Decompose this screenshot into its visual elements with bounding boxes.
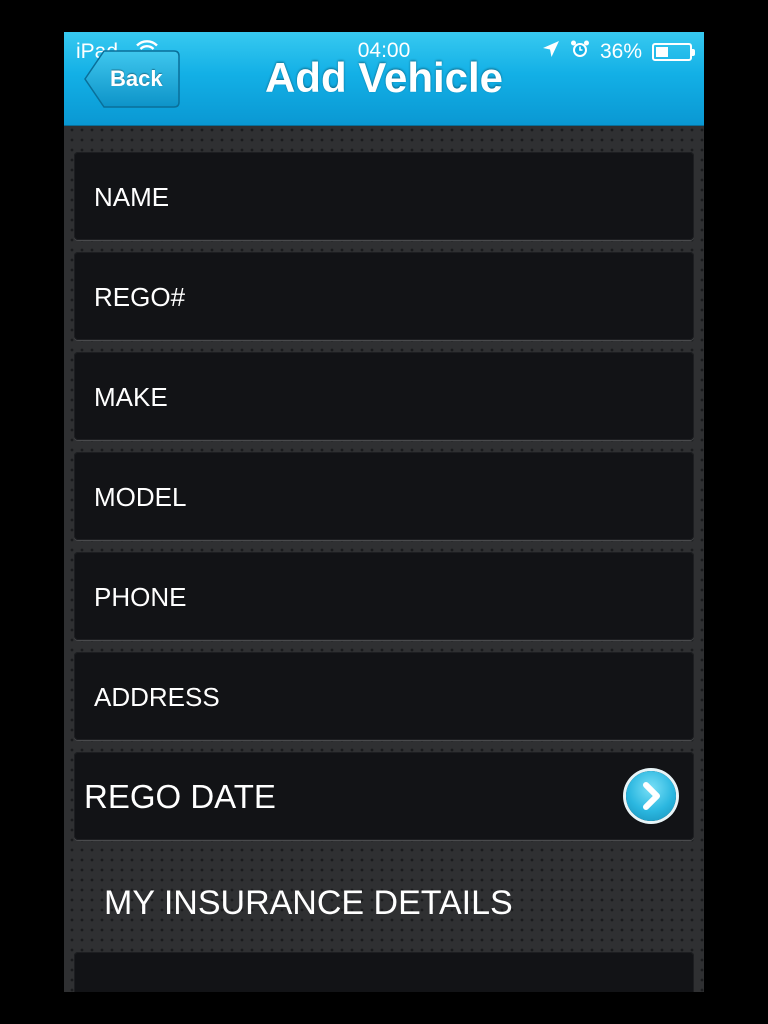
phone-field-label: PHONE [94, 582, 187, 612]
rego-number-field-label: REGO# [94, 282, 186, 312]
rego-number-field[interactable]: REGO# [74, 252, 694, 340]
rego-date-row[interactable]: REGO DATE [74, 752, 694, 840]
address-field[interactable]: ADDRESS [74, 652, 694, 740]
address-field-label: ADDRESS [94, 682, 220, 712]
make-field-label: MAKE [94, 382, 168, 412]
insurance-section-header: MY INSURANCE DETAILS [104, 884, 513, 922]
navigation-bar: iPad 04:00 36% Back Add Vehicle [64, 32, 704, 126]
rego-date-label: REGO DATE [84, 778, 276, 815]
name-field[interactable]: NAME [74, 152, 694, 240]
chevron-right-icon[interactable] [626, 771, 676, 821]
model-field[interactable]: MODEL [74, 452, 694, 540]
page-title: Add Vehicle [264, 54, 504, 101]
name-field-label: NAME [94, 182, 170, 212]
app-screen: iPad 04:00 36% Back Add Vehicle NAME REG… [64, 32, 704, 992]
insurance-field[interactable] [74, 952, 694, 992]
model-field-label: MODEL [94, 482, 187, 512]
phone-field[interactable]: PHONE [74, 552, 694, 640]
make-field[interactable]: MAKE [74, 352, 694, 440]
